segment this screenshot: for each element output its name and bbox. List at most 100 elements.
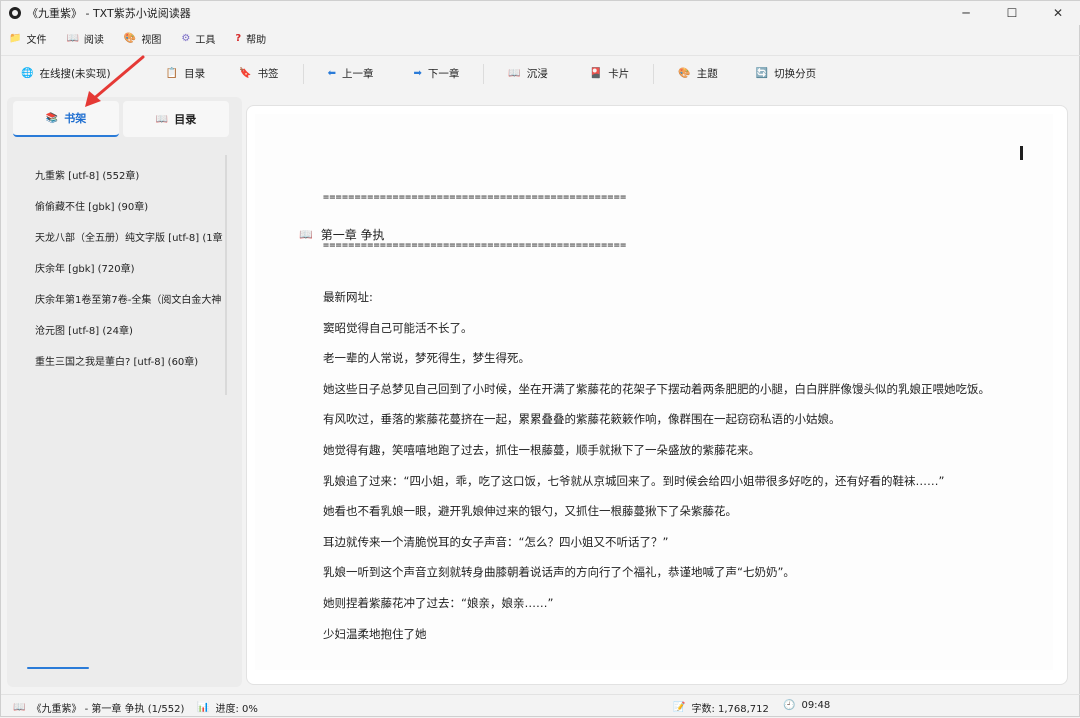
- sidebar-progress-indicator: [27, 667, 89, 669]
- bar-chart-icon: 📊: [197, 702, 210, 713]
- text-caret: [1020, 146, 1023, 160]
- card-icon: 🎴: [589, 68, 603, 79]
- window-title: 《九重紫》 - TXT紫苏小说阅读器: [27, 7, 191, 20]
- paging-label: 切换分页: [774, 68, 817, 80]
- prev-chapter-label: 上一章: [341, 68, 374, 80]
- status-book-info: 📖 《九重紫》 - 第一章 争执 (1/552): [13, 700, 184, 715]
- paragraph: 有风吹过，垂落的紫藤花蔓挤在一起，累累叠叠的紫藤花簌簌作响，像群围在一起窃窃私语…: [323, 412, 841, 427]
- toolbar-divider: [483, 63, 485, 84]
- toc-label: 目录: [184, 68, 206, 80]
- list-item[interactable]: 九重紫 [utf-8] (552章): [35, 161, 227, 192]
- toolbar-divider: [653, 63, 655, 84]
- refresh-icon: 🔄: [755, 68, 769, 79]
- list-item[interactable]: 沧元图 [utf-8] (24章): [35, 316, 227, 347]
- chapter-divider-top: ========================================…: [323, 192, 627, 203]
- menu-help-label: 帮助: [246, 34, 267, 46]
- help-icon: ?: [235, 32, 242, 44]
- gear-icon: ⚙: [181, 32, 191, 44]
- clipboard-icon: 📋: [165, 68, 179, 79]
- toc-button[interactable]: 📋 目录: [160, 62, 211, 86]
- close-button[interactable]: ✕: [1035, 1, 1080, 25]
- book-list: 九重紫 [utf-8] (552章) 偷偷藏不住 [gbk] (90章) 天龙八…: [35, 161, 227, 378]
- list-item[interactable]: 天龙八部（全五册）纯文字版 [utf-8] (1章: [35, 223, 227, 254]
- menu-view[interactable]: 🎨 视图: [124, 31, 161, 46]
- status-clock-text: 09:48: [801, 700, 831, 711]
- app-icon: [9, 7, 21, 19]
- bookmark-label: 书签: [257, 68, 279, 80]
- book-icon: 📖: [13, 702, 26, 713]
- paragraph: 乳娘一听到这个声音立刻就转身曲膝朝着说话声的方向行了个福礼，恭谨地喊了声“七奶奶…: [323, 565, 795, 580]
- tab-toc-label: 目录: [174, 113, 197, 126]
- status-clock: 🕘 09:48: [783, 700, 830, 711]
- menu-help[interactable]: ? 帮助: [235, 31, 266, 46]
- books-icon: 📚: [45, 112, 59, 124]
- clock-icon: 🕘: [783, 700, 796, 711]
- status-word-count-text: 字数: 1,768,712: [691, 704, 769, 715]
- toolbar-divider: [133, 64, 134, 84]
- card-button[interactable]: 🎴 卡片: [584, 62, 635, 86]
- paragraph: 她看也不看乳娘一眼，避开乳娘伸过来的银勺，又抓住一根藤蔓揪下了朵紫藤花。: [323, 504, 737, 519]
- bookmark-button[interactable]: 🔖 书签: [233, 62, 284, 86]
- sidebar-tabs: 📚 书架 📖 目录: [13, 101, 233, 137]
- immersive-label: 沉浸: [526, 68, 548, 80]
- paragraph: 耳边就传来一个清脆悦耳的女子声音：“怎么？四小姐又不听话了？”: [323, 534, 669, 549]
- chapter-text: 最新网址: 窦昭觉得自己可能活不长了。 老一辈的人常说，梦死得生，梦生得死。 她…: [293, 282, 1023, 649]
- arrow-left-icon: ⬅: [327, 68, 336, 79]
- immersive-button[interactable]: 📖 沉浸: [502, 62, 553, 86]
- tab-bookshelf-label: 书架: [64, 112, 87, 125]
- menu-read-label: 阅读: [83, 34, 104, 46]
- tab-bookshelf[interactable]: 📚 书架: [13, 101, 119, 137]
- next-chapter-button[interactable]: ➡ 下一章: [407, 62, 465, 86]
- prev-chapter-button[interactable]: ⬅ 上一章: [322, 62, 380, 86]
- status-word-count: 📝 字数: 1,768,712: [673, 700, 769, 715]
- paragraph: 她这些日子总梦见自己回到了小时候，坐在开满了紫藤花的花架子下摆动着两条肥肥的小腿…: [323, 381, 990, 396]
- bookmark-icon: 🔖: [239, 68, 252, 79]
- book-icon: 📖: [299, 228, 313, 241]
- theme-button[interactable]: 🎨 主题: [672, 62, 723, 86]
- paragraph: 她则捏着紫藤花冲了过去：“娘亲，娘亲……”: [323, 595, 554, 610]
- status-progress-text: 进度: 0%: [215, 704, 258, 715]
- list-item[interactable]: 重生三国之我是董白? [utf-8] (60章): [35, 347, 227, 378]
- reading-pane[interactable]: ========================================…: [246, 105, 1068, 685]
- online-search-button[interactable]: 🌐 在线搜(未实现): [15, 62, 117, 86]
- menu-read[interactable]: 📖 阅读: [66, 31, 103, 46]
- maximize-button[interactable]: ☐: [989, 1, 1035, 25]
- paragraph: 窦昭觉得自己可能活不长了。: [323, 320, 473, 335]
- app-window: 《九重紫》 - TXT紫苏小说阅读器 ─ ☐ ✕ 📁 文件 📖 阅读 🎨 视图 …: [0, 0, 1080, 717]
- menu-file-label: 文件: [26, 34, 47, 46]
- book-icon: 📖: [66, 32, 79, 44]
- paging-button[interactable]: 🔄 切换分页: [750, 62, 822, 86]
- globe-icon: 🌐: [21, 68, 34, 79]
- title-bar: 《九重紫》 - TXT紫苏小说阅读器 ─ ☐ ✕: [1, 1, 1080, 25]
- menu-file[interactable]: 📁 文件: [9, 31, 46, 46]
- status-bar: 📖 《九重紫》 - 第一章 争执 (1/552) 📊 进度: 0% 📝 字数: …: [1, 694, 1080, 718]
- menu-tools-label: 工具: [195, 34, 216, 46]
- online-search-label: 在线搜(未实现): [39, 68, 111, 80]
- minimize-button[interactable]: ─: [943, 1, 989, 25]
- menu-view-label: 视图: [141, 34, 162, 46]
- menu-bar: 📁 文件 📖 阅读 🎨 视图 ⚙ 工具 ? 帮助: [1, 27, 1080, 49]
- paragraph: 最新网址:: [323, 290, 373, 304]
- paragraph: 老一辈的人常说，梦死得生，梦生得死。: [323, 351, 530, 366]
- tab-toc[interactable]: 📖 目录: [123, 101, 229, 137]
- list-item[interactable]: 偷偷藏不住 [gbk] (90章): [35, 192, 227, 223]
- book-icon: 📖: [155, 113, 169, 125]
- status-progress: 📊 进度: 0%: [197, 700, 258, 715]
- list-item[interactable]: 庆余年第1卷至第7卷-全集（阅文白金大神: [35, 285, 227, 316]
- toolbar-divider: [302, 63, 304, 84]
- folder-icon: 📁: [9, 32, 22, 44]
- window-controls: ─ ☐ ✕: [943, 1, 1080, 25]
- arrow-right-icon: ➡: [413, 68, 422, 79]
- list-item[interactable]: 庆余年 [gbk] (720章): [35, 254, 227, 285]
- palette-icon: 🎨: [678, 68, 691, 79]
- theme-label: 主题: [696, 68, 718, 80]
- card-label: 卡片: [608, 68, 630, 80]
- paragraph: 她觉得有趣，笑嘻嘻地跑了过去，抓住一根藤蔓，顺手就揪下了一朵盛放的紫藤花来。: [323, 442, 760, 457]
- sidebar: 📚 书架 📖 目录 九重紫 [utf-8] (552章) 偷偷藏不住 [gbk]…: [7, 97, 242, 687]
- paragraph: 乳娘追了过来：“四小姐，乖，吃了这口饭，七爷就从京城回来了。到时候会给四小姐带很…: [323, 473, 945, 488]
- sidebar-scrollbar[interactable]: [225, 155, 227, 395]
- menu-tools[interactable]: ⚙ 工具: [181, 31, 215, 46]
- reading-page: ========================================…: [255, 114, 1053, 670]
- status-book-info-text: 《九重紫》 - 第一章 争执 (1/552): [31, 704, 185, 715]
- toolbar: 🌐 在线搜(未实现) 📋 目录 🔖 书签 ⬅ 上一章 ➡ 下一章 📖 沉浸 🎴 …: [1, 55, 1080, 91]
